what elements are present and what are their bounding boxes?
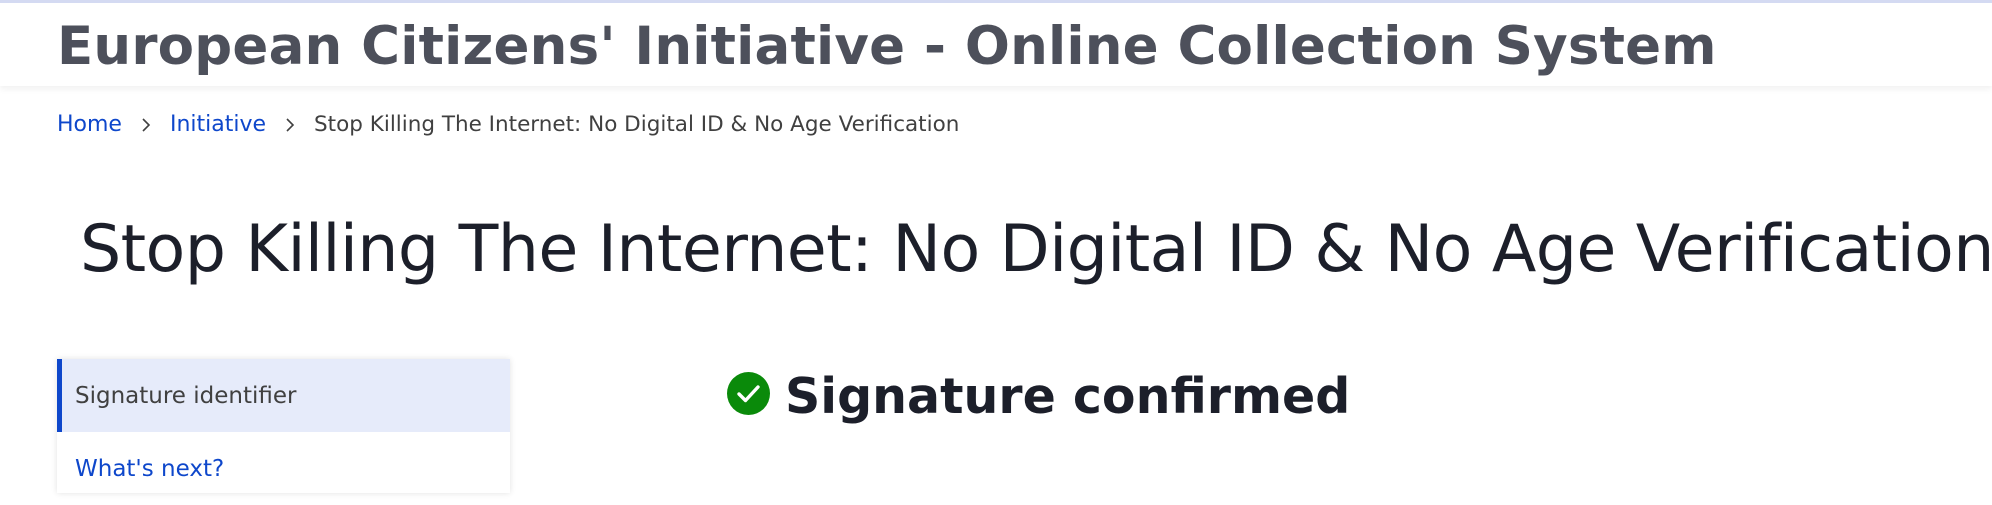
site-header: European Citizens' Initiative - Online C… [0, 0, 1992, 86]
page-title: Stop Killing The Internet: No Digital ID… [80, 212, 1992, 287]
breadcrumb: Home Initiative Stop Killing The Interne… [57, 112, 959, 137]
status-heading: Signature confirmed [785, 368, 1351, 425]
breadcrumb-initiative-link[interactable]: Initiative [170, 112, 266, 137]
breadcrumb-home-link[interactable]: Home [57, 112, 122, 137]
chevron-right-icon [136, 115, 156, 135]
site-title: European Citizens' Initiative - Online C… [57, 16, 1717, 77]
side-nav-item-label: Signature identifier [75, 382, 297, 409]
chevron-right-icon [280, 115, 300, 135]
side-nav-item-signature-identifier[interactable]: Signature identifier [57, 359, 510, 432]
side-nav-item-whats-next[interactable]: What's next? [57, 432, 510, 505]
breadcrumb-current: Stop Killing The Internet: No Digital ID… [314, 112, 960, 137]
side-nav-item-label: What's next? [75, 455, 225, 482]
check-circle-icon [727, 372, 770, 415]
signature-status: Signature confirmed [727, 368, 1350, 425]
side-nav: Signature identifier What's next? [57, 359, 510, 493]
